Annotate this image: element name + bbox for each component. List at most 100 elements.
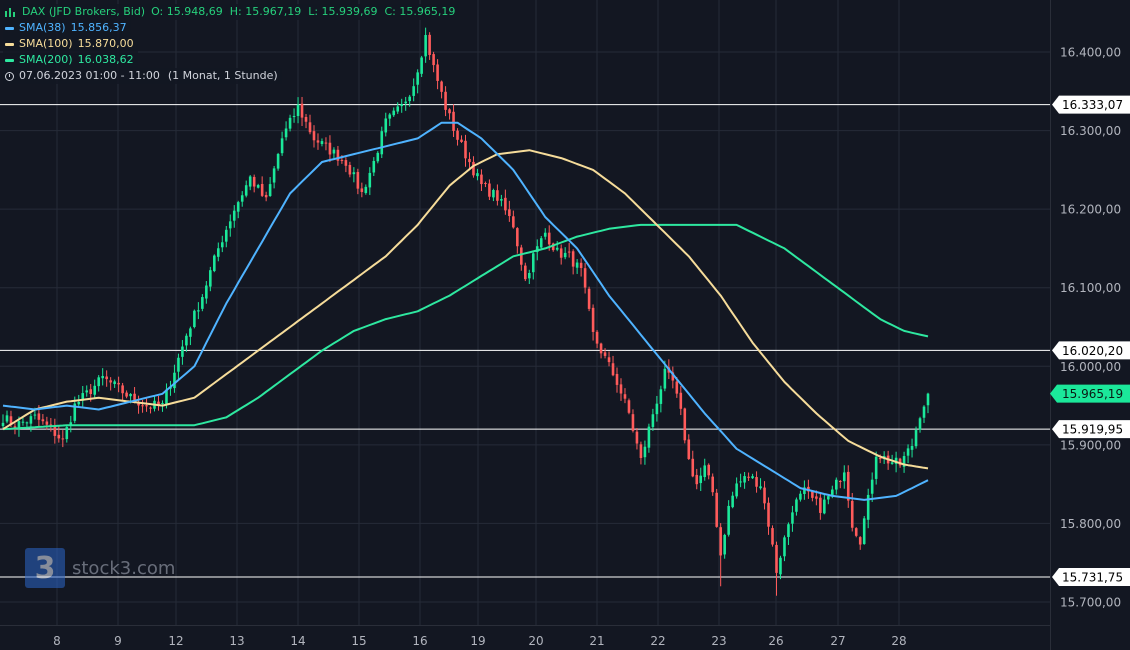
x-tick-label: 20 [528, 634, 543, 648]
candle-body [576, 263, 579, 268]
x-tick-label: 21 [589, 634, 604, 648]
x-tick-label: 16 [412, 634, 427, 648]
candle-body [85, 390, 88, 392]
candle-body [357, 172, 360, 189]
candle-body [241, 195, 244, 201]
candle-body [723, 535, 726, 554]
period-label: (1 Monat, 1 Stunde) [168, 68, 278, 84]
candle-body [317, 140, 320, 142]
legend-sma100-row: SMA(100) 15.870,00 [3, 36, 459, 52]
candle-body [703, 465, 706, 477]
candle-body [444, 92, 447, 110]
candle-body [213, 256, 216, 272]
candle-body [46, 422, 49, 425]
candle-body [839, 481, 842, 482]
candle-body [113, 381, 116, 384]
candle-body [680, 393, 683, 409]
candle-body [676, 382, 679, 394]
candle-body [285, 128, 288, 137]
candle-body [109, 380, 112, 382]
candle-body [225, 230, 228, 242]
candle-body [476, 173, 479, 176]
candle-body [927, 394, 930, 406]
legend-header-row: DAX (JFD Brokers, Bid) O: 15.948,69 H: 1… [3, 4, 459, 20]
candle-body [101, 376, 104, 378]
sma38-value: 15.856,37 [71, 20, 127, 36]
x-tick-label: 19 [470, 634, 485, 648]
candle [193, 309, 196, 328]
candle-body [727, 506, 730, 535]
candle-body [572, 251, 575, 266]
candle-body [281, 138, 284, 153]
stock3-logo: 3 stock3.com [25, 548, 175, 588]
x-tick-label: 26 [768, 634, 783, 648]
candle-body [488, 184, 491, 197]
candle-body [751, 476, 754, 478]
candle-body [265, 195, 268, 197]
y-tick-label: 16.000,00 [1060, 360, 1121, 374]
candle [628, 399, 631, 415]
candle-body [26, 422, 29, 423]
candle-body [512, 216, 515, 227]
candle-body [305, 117, 308, 122]
sma100-swatch [5, 43, 14, 46]
candle-body [201, 297, 204, 309]
candle-body [452, 112, 455, 131]
candle-body [229, 221, 232, 228]
legend-range-row: 07.06.2023 01:00 - 11:00 (1 Monat, 1 Stu… [3, 68, 459, 84]
candle [715, 489, 718, 528]
candle-body [851, 501, 854, 528]
y-tick-label: 15.900,00 [1060, 438, 1121, 452]
sma100-value: 15.870,00 [78, 36, 134, 52]
candle-body [22, 422, 25, 423]
candle-body [277, 154, 280, 169]
candle-body [632, 414, 635, 431]
candle-body [528, 273, 531, 278]
sma200-value: 16.038,62 [78, 52, 134, 68]
sma200-label: SMA(200) [19, 52, 73, 68]
candle-body [584, 268, 587, 287]
candle-body [520, 247, 523, 264]
candle-body [915, 430, 918, 446]
x-tick-label: 22 [650, 634, 665, 648]
x-tick-label: 12 [168, 634, 183, 648]
candle [277, 153, 280, 171]
y-tick-label: 15.800,00 [1060, 517, 1121, 531]
candle-body [217, 248, 220, 257]
candle-body [341, 160, 344, 161]
candle-body [608, 357, 611, 362]
candle-body [735, 483, 738, 496]
candle-body [787, 524, 790, 537]
candle-body [504, 198, 507, 211]
candle-body [289, 118, 292, 129]
candle-body [783, 537, 786, 556]
candle-body [384, 118, 387, 132]
candle-body [843, 472, 846, 481]
x-tick-label: 28 [891, 634, 906, 648]
candle-body [253, 177, 256, 187]
candle-body [648, 427, 651, 448]
candle-body [221, 242, 224, 247]
chart-legend: DAX (JFD Brokers, Bid) O: 15.948,69 H: 1… [3, 4, 459, 84]
candle-body [628, 400, 631, 413]
candle-body [345, 160, 348, 166]
candle-body [249, 176, 252, 186]
candle-body [687, 439, 690, 458]
candle-body [695, 475, 698, 484]
candle-body [731, 496, 734, 507]
sma200-swatch [5, 59, 14, 62]
candle-body [93, 386, 96, 395]
candle-body [105, 377, 108, 380]
candle-body [907, 448, 910, 455]
candle-body [193, 311, 196, 327]
candle-body [2, 423, 5, 426]
candle-body [185, 336, 188, 346]
candle-body [699, 476, 702, 483]
candle-body [707, 465, 710, 475]
candle-body [369, 173, 372, 187]
candle-body [588, 289, 591, 309]
candle-body [472, 162, 475, 175]
clock-icon [5, 72, 14, 81]
candle-body [58, 435, 61, 439]
candle-body [795, 499, 798, 511]
